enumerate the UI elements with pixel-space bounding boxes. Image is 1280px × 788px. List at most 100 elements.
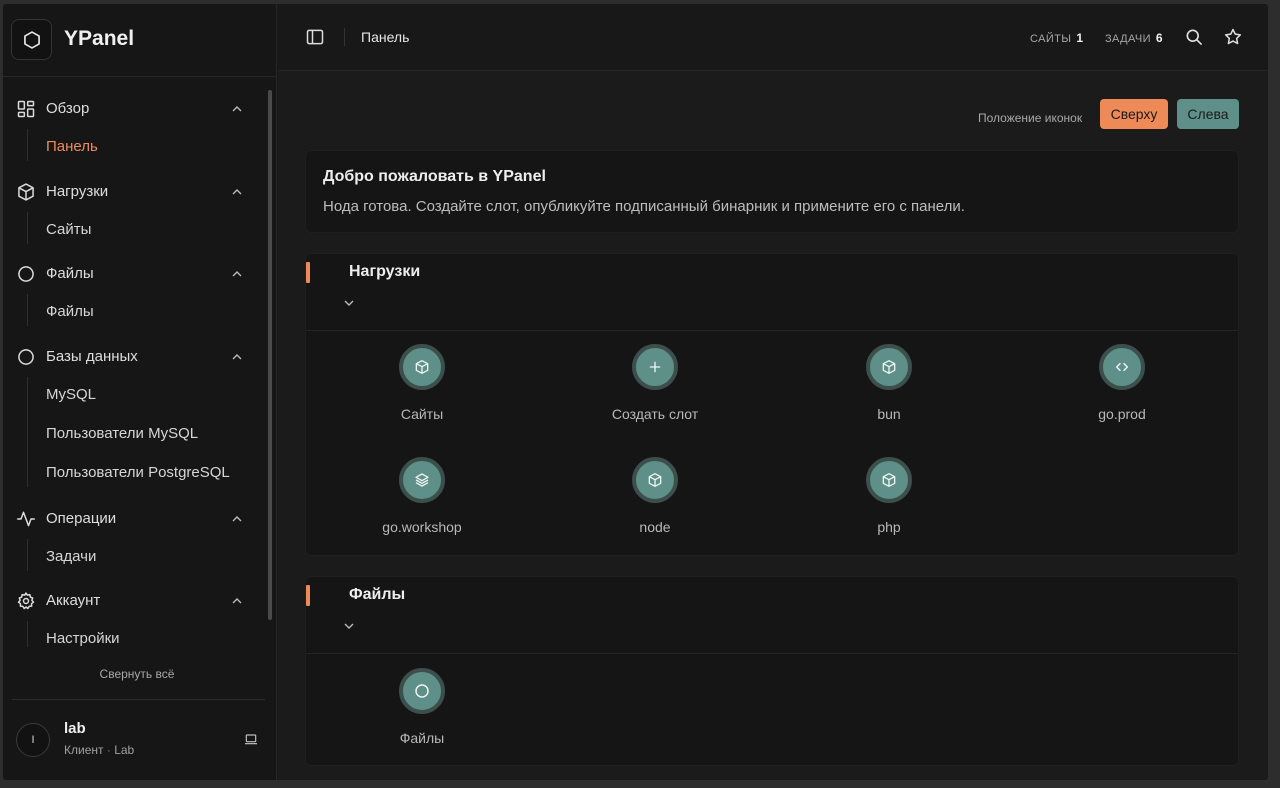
chevron-up-icon[interactable] [229,511,245,527]
sidebar-toggle-icon[interactable] [305,27,325,47]
nav-group-label: Файлы [46,265,94,282]
nav-tree-line [27,129,28,161]
tile-node[interactable]: node [565,457,745,557]
grid-icon [16,99,36,119]
sidebar-item-mysql[interactable]: MySQL [46,386,96,403]
sidebar-item-sites[interactable]: Сайты [46,221,91,238]
laptop-icon[interactable] [243,731,259,747]
plus-icon [632,344,678,390]
user-name: lab [64,720,86,737]
section-title: Нагрузки [349,263,421,280]
tile-label: bun [877,406,901,422]
sidebar-nav: Обзор Панель Нагрузки Сайты Файлы Файлы … [3,77,265,647]
activity-icon [16,509,36,529]
avatar[interactable]: I [16,723,50,757]
tile-label: Создать слот [611,406,699,422]
main-content: Положение иконок Сверху Слева Добро пожа… [278,71,1268,780]
code-icon [1099,344,1145,390]
nav-group-overview[interactable]: Обзор [3,91,265,127]
chevron-down-icon[interactable] [341,295,357,311]
icon-position-top-button[interactable]: Сверху [1100,99,1168,129]
user-separator: · [106,743,111,757]
tile-create-slot[interactable]: Создать слот [565,344,745,444]
circle-icon [399,668,445,714]
icon-position-left-button[interactable]: Слева [1177,99,1239,129]
nav-group-label: Аккаунт [46,592,101,609]
sidebar-item-mysql-users[interactable]: Пользователи MySQL [46,425,198,442]
tile-go-workshop[interactable]: go.workshop [332,457,512,557]
nav-tree-line [27,294,28,326]
box-icon [866,457,912,503]
section-workloads: Нагрузки Сайты Создать слот bun go.prod … [305,253,1239,556]
nav-tree-line [27,377,28,487]
divider [12,699,265,700]
welcome-text: Нода готова. Создайте слот, опубликуйте … [323,198,965,215]
box-icon [632,457,678,503]
section-title: Файлы [349,586,406,603]
nav-group-databases[interactable]: Базы данных [3,339,265,375]
sidebar-item-tasks[interactable]: Задачи [46,548,96,565]
tile-label: go.workshop [382,519,462,535]
tile-label: go.prod [1098,406,1146,422]
nav-group-label: Нагрузки [46,183,109,200]
section-accent-bar [306,585,310,606]
box-icon [866,344,912,390]
welcome-card: Добро пожаловать в YPanel Нода готова. С… [305,150,1239,233]
star-icon[interactable] [1223,27,1243,47]
user-subtitle: Клиент · Lab [64,743,134,757]
nav-group-label: Обзор [46,100,90,117]
circle-icon [16,347,36,367]
stat-value: 1 [1076,31,1084,45]
nav-tree-line [27,539,28,571]
sidebar-item-panel[interactable]: Панель [46,138,98,155]
tile-php[interactable]: php [799,457,979,557]
sidebar-scrollbar-thumb[interactable] [268,90,272,620]
tile-bun[interactable]: bun [799,344,979,444]
chevron-up-icon[interactable] [229,184,245,200]
tile-go-prod[interactable]: go.prod [1032,344,1212,444]
circle-icon [16,264,36,284]
chevron-up-icon[interactable] [229,593,245,609]
search-icon[interactable] [1184,27,1204,47]
chevron-up-icon[interactable] [229,101,245,117]
stat-tasks: ЗАДАЧИ 6 [1105,31,1163,45]
divider [306,330,1238,331]
topbar: Панель САЙТЫ 1 ЗАДАЧИ 6 [278,4,1268,71]
hexagon-icon[interactable] [11,19,52,60]
breadcrumb: Панель [361,29,410,45]
stat-sites: САЙТЫ 1 [1030,31,1083,45]
nav-group-account[interactable]: Аккаунт [3,583,265,619]
layers-icon [399,457,445,503]
sidebar-item-files[interactable]: Файлы [46,303,94,320]
tile-files[interactable]: Файлы [332,668,512,768]
nav-group-label: Операции [46,510,117,527]
tile-label: Сайты [400,406,444,422]
nav-group-workloads[interactable]: Нагрузки [3,174,265,210]
tile-label: Файлы [399,730,445,746]
tile-label: php [877,519,901,535]
brand: YPanel [3,4,277,77]
chevron-down-icon[interactable] [341,618,357,634]
user-role: Клиент [64,743,104,757]
app-name: YPanel [64,27,135,50]
chevron-up-icon[interactable] [229,266,245,282]
collapse-all-button[interactable]: Свернуть всё [3,667,271,681]
nav-tree-line [27,212,28,244]
sidebar-item-postgres-users[interactable]: Пользователи PostgreSQL [46,464,230,481]
icon-position-label: Положение иконок [978,111,1083,125]
sidebar-item-settings[interactable]: Настройки [46,630,120,647]
divider [306,653,1238,654]
tile-label: node [639,519,671,535]
welcome-title: Добро пожаловать в YPanel [323,168,546,185]
box-icon [399,344,445,390]
sidebar: YPanel Обзор Панель Нагрузки Сайты Файлы… [3,4,277,780]
stat-label: ЗАДАЧИ [1105,33,1151,45]
box-icon [16,182,36,202]
chevron-up-icon[interactable] [229,349,245,365]
nav-group-operations[interactable]: Операции [3,501,265,537]
nav-group-files[interactable]: Файлы [3,256,265,292]
tile-sites[interactable]: Сайты [332,344,512,444]
nav-group-label: Базы данных [46,348,138,365]
app-window: YPanel Обзор Панель Нагрузки Сайты Файлы… [3,4,1268,780]
stat-value: 6 [1155,31,1163,45]
